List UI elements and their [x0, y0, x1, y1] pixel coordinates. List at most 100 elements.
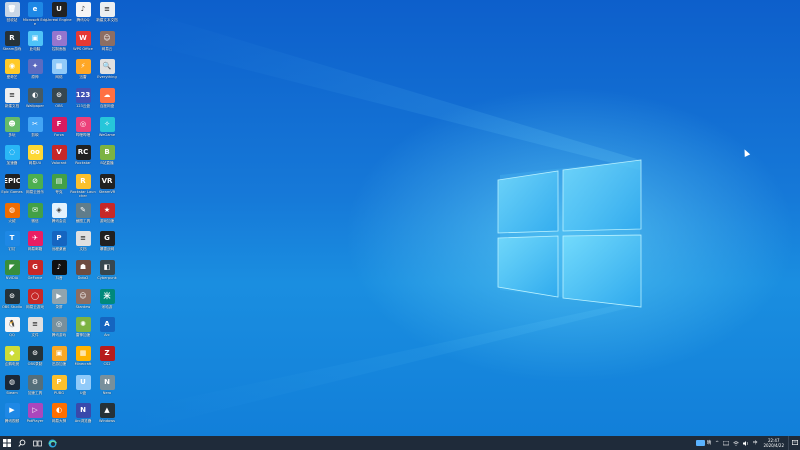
- desktop-icon[interactable]: ▲ Windows: [95, 403, 119, 432]
- desktop-icon[interactable]: ☺ 网易云: [95, 30, 119, 60]
- task-view-button[interactable]: [30, 436, 44, 450]
- desktop-icon-label: 网易邮箱: [27, 247, 43, 252]
- desktop-icon[interactable]: ☺ Stardew: [71, 288, 95, 318]
- desktop-icon[interactable]: ◆ 企鹅电竞: [0, 346, 24, 375]
- desktop-icon-label: 腾讯QQ: [76, 18, 90, 22]
- notification-icon: [791, 440, 798, 446]
- desktop-icon[interactable]: ≡ 新建文本文档: [95, 2, 119, 31]
- desktop-icon-label: Cyberpunk: [97, 276, 117, 281]
- desktop-icon[interactable]: N Arc浏览器: [71, 403, 95, 432]
- desktop-icon[interactable]: 123 123云盘: [71, 88, 95, 117]
- desktop-icon[interactable]: ≡ 新建文档: [0, 88, 24, 117]
- desktop-icon[interactable]: ▦ Minecraft: [71, 346, 95, 375]
- desktop-icon[interactable]: e Microsoft Edge: [23, 2, 47, 31]
- desktop-icon[interactable]: ◌ 加速器: [0, 145, 24, 174]
- desktop-icon[interactable]: RC Rockstar: [71, 145, 95, 174]
- desktop-icon[interactable]: ★ 游戏加速: [95, 202, 119, 232]
- app-icon: ★: [99, 202, 115, 218]
- wifi-icon[interactable]: [733, 440, 739, 446]
- search-button[interactable]: [15, 436, 29, 450]
- app-icon: ✧: [99, 116, 115, 132]
- desktop-icon[interactable]: ▤ 夸克: [47, 174, 71, 203]
- desktop-icon[interactable]: ▣ 此电脑: [23, 30, 47, 60]
- app-icon: ✈: [27, 231, 43, 247]
- desktop-icon[interactable]: F Forza: [47, 116, 71, 146]
- desktop-icon[interactable]: ⚙ 控制面板: [47, 30, 71, 60]
- volume-icon[interactable]: [742, 440, 749, 446]
- desktop-icon[interactable]: ◯ 网易云游戏: [23, 288, 47, 318]
- desktop-icon[interactable]: G GeForce: [23, 260, 47, 289]
- desktop-icon[interactable]: ⚡ 迅雷: [71, 59, 95, 88]
- desktop-icon[interactable]: ◈ 腾讯会议: [47, 202, 71, 232]
- desktop-icon[interactable]: ☗ Dota2: [71, 260, 95, 289]
- desktop-icon[interactable]: R Rockstar Launcher: [70, 174, 96, 203]
- desktop-icon[interactable]: ▦ 网络: [47, 59, 71, 88]
- app-icon: G: [99, 231, 115, 247]
- desktop-icon[interactable]: ▶ 录屏: [47, 288, 71, 318]
- desktop-icon[interactable]: ≡ 文件: [23, 317, 47, 346]
- desktop-icon[interactable]: oo 网易UU: [23, 145, 47, 174]
- desktop-icon[interactable]: Z CS2: [95, 346, 119, 375]
- desktop-icon[interactable]: ▣ 迅游加速: [47, 346, 71, 375]
- desktop-icon[interactable]: G 暴雪战网: [95, 231, 119, 260]
- desktop-icon[interactable]: ⚙ 加速工具: [23, 374, 47, 404]
- network-icon[interactable]: [722, 440, 729, 446]
- desktop-icon[interactable]: ✂ 剪映: [23, 116, 47, 146]
- weather-widget[interactable]: 晴: [695, 440, 711, 446]
- desktop-icon[interactable]: A Arc: [95, 317, 119, 346]
- desktop-icon[interactable]: ◧ Cyberpunk: [95, 260, 119, 289]
- desktop-icon[interactable]: EPIC Epic Games: [0, 174, 24, 203]
- desktop-icon[interactable]: ⊙ OBS: [47, 88, 71, 117]
- app-icon: ✎: [75, 202, 91, 218]
- desktop-icon[interactable]: ◤ NVIDIA: [0, 260, 24, 289]
- desktop-icon[interactable]: ⊘ 网易云音乐: [23, 174, 47, 203]
- desktop-icon[interactable]: ◎ 腾讯游戏: [47, 317, 71, 346]
- desktop-icon[interactable]: W WPS Office: [71, 30, 95, 60]
- desktop-icon[interactable]: V Valorant: [47, 145, 71, 174]
- desktop-icon[interactable]: ✧ WeGame: [95, 116, 119, 146]
- desktop-icon[interactable]: 米米哈游: [95, 288, 119, 318]
- desktop-icon[interactable]: ◐ Wallpaper: [23, 88, 47, 117]
- windows-start-icon: [3, 439, 11, 447]
- desktop-icon[interactable]: T 钉钉: [0, 231, 24, 260]
- action-center-button[interactable]: [788, 436, 800, 450]
- desktop-icon[interactable]: 🗑 回收站: [0, 2, 24, 31]
- desktop-icon[interactable]: ▷ PotPlayer: [23, 403, 47, 432]
- desktop-icon[interactable]: ✎ 截图工具: [71, 202, 95, 232]
- desktop-icon[interactable]: P 远程桌面: [47, 231, 71, 260]
- desktop-icon[interactable]: ◐ 网易大神: [47, 403, 71, 432]
- desktop-icon[interactable]: 🐧 QQ: [0, 317, 24, 346]
- app-icon: ▦: [51, 59, 67, 75]
- app-icon: ◌: [4, 145, 20, 161]
- desktop-icon[interactable]: ≡ 文档: [71, 231, 95, 260]
- desktop-icon[interactable]: ✈ 网易邮箱: [23, 231, 47, 260]
- desktop-icon[interactable]: ☻ 多玩: [0, 116, 24, 146]
- desktop-icon[interactable]: P PUBG: [47, 374, 71, 404]
- desktop-icon[interactable]: U Unreal Engine: [46, 2, 72, 31]
- desktop-icon[interactable]: VR SteamVR: [95, 174, 119, 203]
- desktop-icon[interactable]: R Steam游戏: [0, 30, 24, 60]
- input-language-indicator[interactable]: 中: [753, 440, 758, 446]
- start-button[interactable]: [0, 436, 14, 450]
- clock[interactable]: 22:47 2020/4/22: [763, 438, 784, 448]
- desktop-icon[interactable]: ✺ 雷神加速: [71, 317, 95, 346]
- desktop-icon[interactable]: ♪ 抖音: [47, 260, 71, 289]
- desktop-icon[interactable]: ✦ 原神: [23, 59, 47, 88]
- desktop-icon[interactable]: ☁ 百度网盘: [95, 88, 119, 117]
- desktop-icon[interactable]: U U盘: [71, 374, 95, 404]
- desktop-icon[interactable]: ▶ 腾讯视频: [0, 403, 24, 432]
- desktop-icon[interactable]: ✉ 微信: [23, 202, 47, 232]
- desktop-icon[interactable]: 🔍 Everything: [95, 59, 119, 88]
- app-icon: ☁: [99, 88, 115, 103]
- show-hidden-icons-button[interactable]: ^: [715, 441, 719, 446]
- desktop-icon[interactable]: N Nero: [95, 374, 119, 404]
- desktop-icon[interactable]: ◎ 哔哩哔哩: [71, 116, 95, 146]
- desktop-icon[interactable]: ◉ 爱奇艺: [0, 59, 24, 88]
- desktop-icon[interactable]: ♪ 腾讯QQ: [71, 2, 95, 31]
- desktop-icon[interactable]: ◍ Steam: [0, 374, 24, 404]
- taskbar-edge-button[interactable]: [45, 436, 59, 450]
- desktop-icon[interactable]: ⊙ OBS录制: [23, 346, 47, 375]
- desktop-icon[interactable]: ⊙ OBS Studio: [0, 288, 24, 318]
- desktop-icon[interactable]: B B站直播: [95, 145, 119, 174]
- desktop-icon[interactable]: ◍ 火绒: [0, 202, 24, 232]
